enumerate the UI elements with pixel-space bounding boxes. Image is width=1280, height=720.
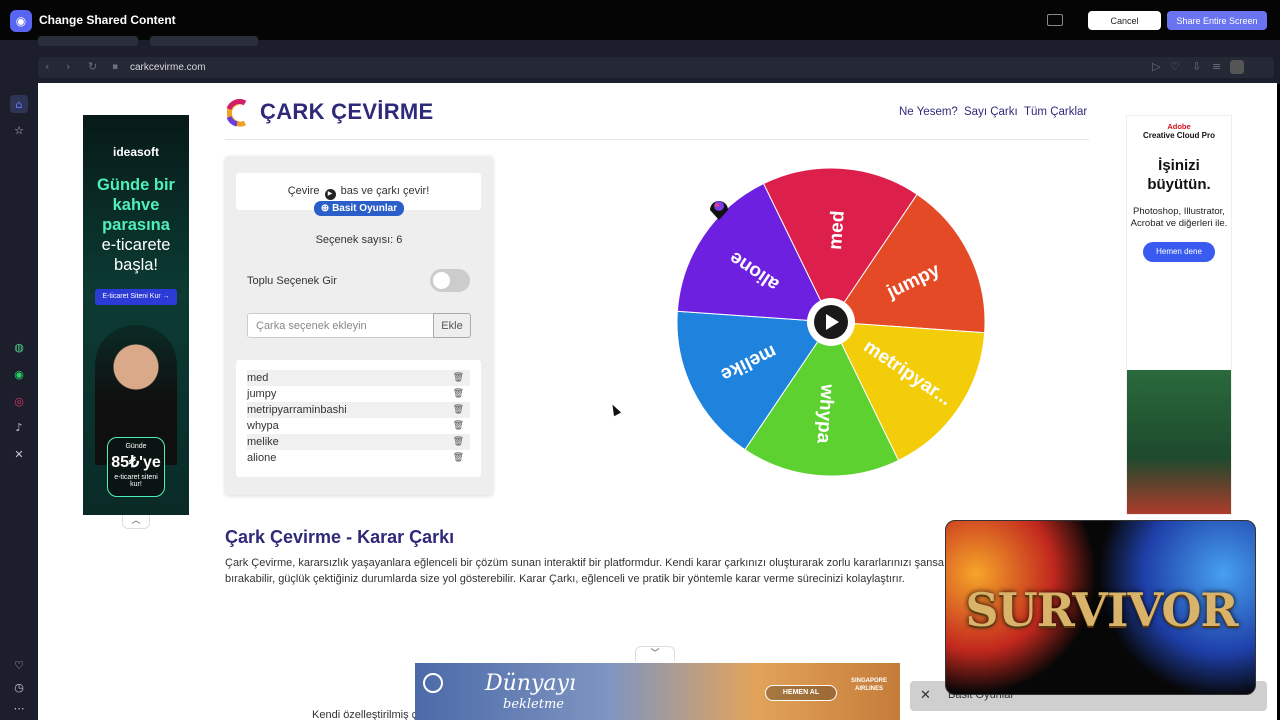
floating-video-player[interactable]: SURVIVOR: [945, 520, 1256, 695]
play-icon: ▶: [324, 189, 336, 200]
instagram-icon[interactable]: ◎: [10, 392, 28, 410]
browser-tab[interactable]: [38, 36, 138, 46]
site-logo-icon[interactable]: [225, 97, 249, 129]
back-icon[interactable]: ‹: [45, 60, 49, 73]
more-icon[interactable]: ⋯: [10, 699, 28, 717]
video-title: SURVIVOR: [965, 583, 1238, 637]
instruction-text: Çevire ▶ bas ve çarkı çevir!: [236, 185, 481, 200]
bulk-entry-label: Toplu Seçenek Gir: [247, 275, 337, 287]
close-icon[interactable]: ✕: [920, 688, 931, 703]
trash-icon[interactable]: 🗑: [453, 386, 464, 402]
ad-collapse-button[interactable]: ︿: [122, 515, 150, 529]
ad-collapse-button[interactable]: ﹀: [635, 646, 675, 661]
bulk-entry-toggle[interactable]: [430, 269, 470, 292]
heart-icon[interactable]: ♡: [1170, 60, 1180, 73]
article-text: Çark Çevirme, kararsızlık yaşayanlara eğ…: [225, 557, 944, 585]
ad-headline-2: e-ticarete başla!: [101, 236, 171, 274]
tiktok-icon[interactable]: ♪: [10, 418, 28, 436]
heart-icon[interactable]: ♡: [10, 656, 28, 674]
play-extension-icon[interactable]: ▷: [1152, 60, 1160, 73]
option-label: whypa: [247, 420, 279, 432]
ad-brand: ideasoft: [112, 145, 159, 159]
list-item: alione 🗑: [247, 450, 470, 466]
address-bar[interactable]: [38, 57, 1274, 78]
home-icon[interactable]: ⌂: [10, 95, 28, 113]
download-icon[interactable]: ⇩: [1192, 60, 1201, 73]
trash-icon[interactable]: 🗑: [453, 418, 464, 434]
ad-headline: Günde bir kahve parasına: [97, 176, 175, 234]
article-title: Çark Çevirme - Karar Çarkı: [225, 527, 455, 547]
ad-headline: İşinizi büyütün.: [1147, 157, 1211, 193]
wheel-segment-label: med: [825, 210, 849, 250]
ad-cta-button[interactable]: E-ticaret Siteni Kur →: [95, 289, 177, 305]
star-icon[interactable]: ☆: [10, 121, 28, 139]
option-label: med: [247, 372, 269, 384]
trash-icon[interactable]: 🗑: [453, 370, 464, 386]
add-option-button[interactable]: Ekle: [433, 313, 471, 338]
wheel-segment-label: whypa: [812, 383, 837, 445]
ad-headline: Dünyayı: [485, 671, 576, 696]
ad-cta-button[interactable]: Hemen dene: [1143, 242, 1215, 262]
ad-cta-button[interactable]: HEMEN AL: [765, 685, 837, 701]
option-label: melike: [247, 436, 279, 448]
trash-icon[interactable]: 🗑: [453, 434, 464, 450]
list-item: jumpy 🗑: [247, 386, 470, 402]
chat-app-icon[interactable]: ◍: [10, 338, 28, 356]
wheel-pointer-icon: [710, 201, 728, 220]
list-item: melike 🗑: [247, 434, 470, 450]
wheel-control-panel: Çevire ▶ bas ve çarkı çevir! ⊕ Basit Oyu…: [225, 156, 493, 495]
airline-logo-icon: [423, 673, 443, 693]
list-item: whypa 🗑: [247, 418, 470, 434]
ad-subline: bekletme: [503, 697, 564, 712]
ad-right-adobe[interactable]: Adobe Creative Cloud Pro İşinizi büyütün…: [1126, 115, 1232, 515]
instruction-after: bas ve çarkı çevir!: [340, 185, 430, 197]
browser-tab[interactable]: [150, 36, 258, 46]
options-list: med 🗑 jumpy 🗑 metripyarraminbashi 🗑 whyp…: [236, 360, 481, 477]
option-label: alione: [247, 452, 277, 464]
ad-apps-text: Photoshop, Illustrator, Acrobat ve diğer…: [1130, 206, 1228, 229]
url-text[interactable]: carkcevirme.com: [130, 62, 206, 73]
list-item: metripyarraminbashi 🗑: [247, 402, 470, 418]
ad-airline-name: SINGAPORE AIRLINES: [850, 678, 887, 692]
instruction-before: Çevire: [287, 185, 320, 197]
forward-icon[interactable]: ›: [66, 60, 70, 73]
ad-bubble-top: Günde: [125, 443, 147, 450]
option-count: Seçenek sayısı: 6: [315, 234, 403, 246]
profile-avatar[interactable]: [1230, 60, 1244, 74]
reload-icon[interactable]: ↻: [88, 60, 97, 73]
option-label: jumpy: [247, 388, 277, 400]
lock-icon: ▪: [112, 62, 119, 72]
list-item: med 🗑: [247, 370, 470, 386]
discord-icon: ◉: [10, 10, 32, 32]
ad-brand: Adobe: [1167, 122, 1191, 131]
whatsapp-icon[interactable]: ◉: [10, 365, 28, 383]
ad-bottom-singapore[interactable]: Dünyayı bekletme HEMEN AL SINGAPORE AIRL…: [415, 663, 900, 720]
option-label: metripyarraminbashi: [247, 404, 347, 416]
ad-bubble-bottom: e-ticaret siteni kur!: [114, 474, 158, 488]
ad-price-bubble: Günde 85₺'ye e-ticaret siteni kur!: [107, 437, 165, 497]
ad-left-ideasoft[interactable]: ideasoft Günde bir kahve parasına e-tica…: [83, 115, 189, 515]
menu-icon[interactable]: ≡: [1212, 60, 1221, 73]
nav-link-ne-yesem[interactable]: Ne Yesem?: [899, 106, 958, 118]
nav-link-sayi-carki[interactable]: Sayı Çarkı: [964, 106, 1018, 118]
toggle-knob: [433, 272, 450, 289]
nav-link-tum-carklar[interactable]: Tüm Çarklar: [1024, 106, 1087, 118]
share-title: Change Shared Content: [39, 13, 176, 27]
trash-icon[interactable]: 🗑: [453, 402, 464, 418]
add-option-input[interactable]: [247, 313, 434, 338]
simple-games-badge[interactable]: ⊕ Basit Oyunlar: [314, 201, 404, 216]
ad-product: Creative Cloud Pro: [1142, 131, 1215, 140]
cancel-button[interactable]: Cancel: [1088, 11, 1161, 30]
x-icon[interactable]: ✕: [10, 445, 28, 463]
clock-icon[interactable]: ◷: [10, 678, 28, 696]
ad-price: 85₺'ye: [111, 454, 161, 471]
tab-strip: [38, 36, 338, 48]
share-entire-screen-button[interactable]: Share Entire Screen: [1167, 11, 1267, 30]
screen-switch-icon[interactable]: [1047, 14, 1063, 26]
trash-icon[interactable]: 🗑: [453, 450, 464, 466]
header-divider: [225, 139, 1089, 140]
site-title[interactable]: ÇARK ÇEVİRME: [260, 99, 434, 125]
ad-photo: [1127, 370, 1231, 514]
